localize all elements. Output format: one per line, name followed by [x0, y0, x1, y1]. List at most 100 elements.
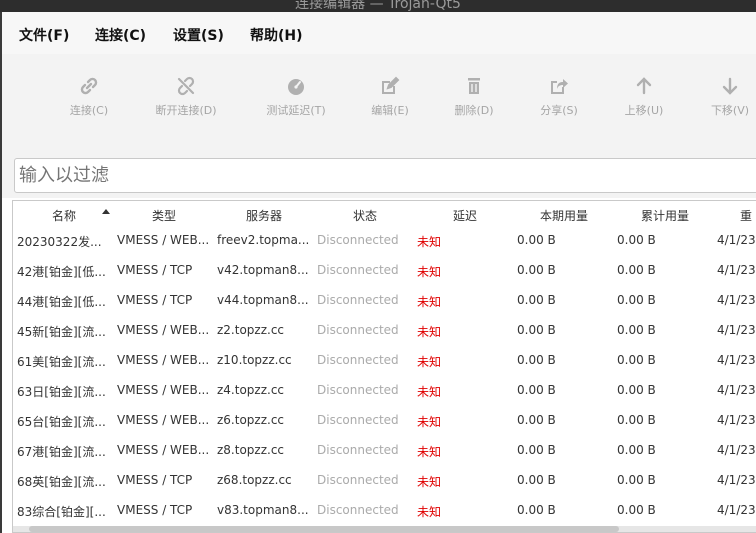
cell-type: VMESS / WEB... — [117, 233, 210, 247]
cell-total-usage: 0.00 B — [617, 503, 656, 517]
cell-period-usage: 0.00 B — [517, 503, 556, 517]
cell-latency: 未知 — [417, 385, 442, 399]
cell-name: 42港[铂金][低... — [17, 265, 106, 279]
cell-reset: 4/1/23 — [717, 293, 756, 307]
menu-connection[interactable]: 连接(C) — [95, 25, 146, 45]
header-reset[interactable]: 重 — [740, 207, 752, 224]
header-period-usage[interactable]: 本期用量 — [540, 207, 588, 224]
horizontal-scrollbar-thumb[interactable] — [29, 526, 619, 532]
cell-total-usage: 0.00 B — [617, 293, 656, 307]
table-row[interactable]: 45新[铂金][流... VMESS / WEB... z2.topzz.cc Dis… — [13, 316, 756, 346]
cell-reset: 4/1/23 — [717, 263, 756, 277]
cell-period-usage: 0.00 B — [517, 413, 556, 427]
test-latency-label: 测试延迟(T) — [266, 104, 326, 117]
connection-table: 名称 类型 服务器 状态 延迟 本期用量 累计用量 重 20230322发...… — [12, 200, 756, 533]
cell-reset: 4/1/23 — [717, 353, 756, 367]
move-down-label: 下移(V) — [710, 104, 750, 117]
cell-server: v83.topman8... — [217, 503, 309, 517]
cell-type: VMESS / TCP — [117, 503, 193, 517]
cell-type: VMESS / WEB... — [117, 443, 210, 457]
table-row[interactable]: 67港[铂金][流... VMESS / WEB... z8.topzz.cc Dis… — [13, 436, 756, 466]
unlink-icon — [177, 76, 195, 96]
menu-settings[interactable]: 设置(S) — [173, 25, 224, 45]
filter-input[interactable] — [14, 158, 756, 193]
table-row[interactable]: 61美[铂金][流... VMESS / WEB... z10.topzz.cc Di… — [13, 346, 756, 376]
cell-server: v42.topman8... — [217, 263, 309, 277]
toolbar: 连接(C) 断开连接(D) 测试延迟(T) 编辑(E) 删除(D) 分享(S) … — [2, 54, 756, 150]
table-row[interactable]: 65台[铂金][流... VMESS / WEB... z6.topzz.cc Dis… — [13, 406, 756, 436]
cell-latency: 未知 — [417, 415, 442, 429]
cell-status: Disconnected — [317, 443, 399, 457]
edit-label: 编辑(E) — [371, 104, 409, 117]
cell-total-usage: 0.00 B — [617, 353, 656, 367]
header-type[interactable]: 类型 — [152, 207, 176, 224]
gauge-icon — [288, 79, 304, 95]
table-row[interactable]: 44港[铂金][低... VMESS / TCP v44.topman8... Dis… — [13, 286, 756, 316]
move-down-button[interactable]: 下移(V) — [702, 76, 756, 118]
table-row[interactable]: 20230322发... VMESS / WEB... freev2.topma..… — [13, 226, 756, 256]
share-label: 分享(S) — [540, 104, 578, 117]
share-icon — [551, 79, 568, 94]
cell-status: Disconnected — [317, 263, 399, 277]
cell-period-usage: 0.00 B — [517, 293, 556, 307]
header-total-usage[interactable]: 累计用量 — [641, 207, 689, 224]
cell-type: VMESS / WEB... — [117, 413, 210, 427]
menu-file[interactable]: 文件(F) — [19, 25, 69, 45]
delete-label: 删除(D) — [454, 104, 494, 117]
cell-period-usage: 0.00 B — [517, 233, 556, 247]
cell-status: Disconnected — [317, 473, 399, 487]
cell-latency: 未知 — [417, 505, 442, 519]
edit-button[interactable]: 编辑(E) — [365, 76, 415, 118]
test-latency-button[interactable]: 测试延迟(T) — [258, 76, 334, 118]
arrow-down-icon — [722, 77, 738, 95]
move-up-button[interactable]: 上移(U) — [616, 76, 672, 118]
horizontal-scrollbar[interactable] — [13, 526, 756, 532]
table-row[interactable]: 83综合[铂金][... VMESS / TCP v83.topman8... Dis… — [13, 496, 756, 526]
connect-button[interactable]: 连接(C) — [62, 76, 116, 118]
cell-type: VMESS / TCP — [117, 293, 193, 307]
cell-status: Disconnected — [317, 233, 399, 247]
cell-latency: 未知 — [417, 355, 442, 369]
cell-total-usage: 0.00 B — [617, 263, 656, 277]
filter-area — [2, 150, 756, 198]
cell-name: 45新[铂金][流... — [17, 325, 106, 339]
table-row[interactable]: 63日[铂金][流... VMESS / WEB... z4.topzz.cc Dis… — [13, 376, 756, 406]
cell-name: 20230322发... — [17, 235, 102, 249]
cell-server: z8.topzz.cc — [217, 443, 285, 457]
cell-period-usage: 0.00 B — [517, 323, 556, 337]
disconnect-button[interactable]: 断开连接(D) — [148, 76, 224, 118]
cell-total-usage: 0.00 B — [617, 323, 656, 337]
cell-period-usage: 0.00 B — [517, 473, 556, 487]
header-status[interactable]: 状态 — [353, 207, 377, 224]
cell-status: Disconnected — [317, 503, 399, 517]
cell-latency: 未知 — [417, 445, 442, 459]
table-row[interactable]: 42港[铂金][低... VMESS / TCP v42.topman8... Dis… — [13, 256, 756, 286]
cell-status: Disconnected — [317, 413, 399, 427]
cell-name: 61美[铂金][流... — [17, 355, 106, 369]
table-row[interactable]: 68英[铂金][流... VMESS / TCP z68.topzz.cc Disco… — [13, 466, 756, 496]
cell-latency: 未知 — [417, 235, 442, 249]
menu-help[interactable]: 帮助(H) — [250, 25, 303, 45]
cell-period-usage: 0.00 B — [517, 263, 556, 277]
delete-button[interactable]: 删除(D) — [449, 76, 499, 118]
cell-latency: 未知 — [417, 325, 442, 339]
title-bar: 连接编辑器 — Trojan-Qt5 — [0, 0, 756, 12]
link-icon — [80, 77, 98, 95]
header-latency[interactable]: 延迟 — [453, 207, 477, 224]
header-server[interactable]: 服务器 — [246, 207, 282, 224]
cell-total-usage: 0.00 B — [617, 413, 656, 427]
window-title: 连接编辑器 — Trojan-Qt5 — [295, 0, 461, 12]
cell-total-usage: 0.00 B — [617, 233, 656, 247]
edit-icon — [382, 76, 400, 94]
cell-server: v44.topman8... — [217, 293, 309, 307]
cell-status: Disconnected — [317, 383, 399, 397]
cell-reset: 4/1/23 — [717, 323, 756, 337]
header-name[interactable]: 名称 — [52, 207, 76, 224]
share-button[interactable]: 分享(S) — [534, 76, 584, 118]
cell-period-usage: 0.00 B — [517, 353, 556, 367]
cell-server: z4.topzz.cc — [217, 383, 285, 397]
move-up-label: 上移(U) — [624, 104, 664, 117]
cell-name: 68英[铂金][流... — [17, 475, 106, 489]
cell-type: VMESS / WEB... — [117, 353, 210, 367]
trash-icon — [468, 78, 480, 94]
